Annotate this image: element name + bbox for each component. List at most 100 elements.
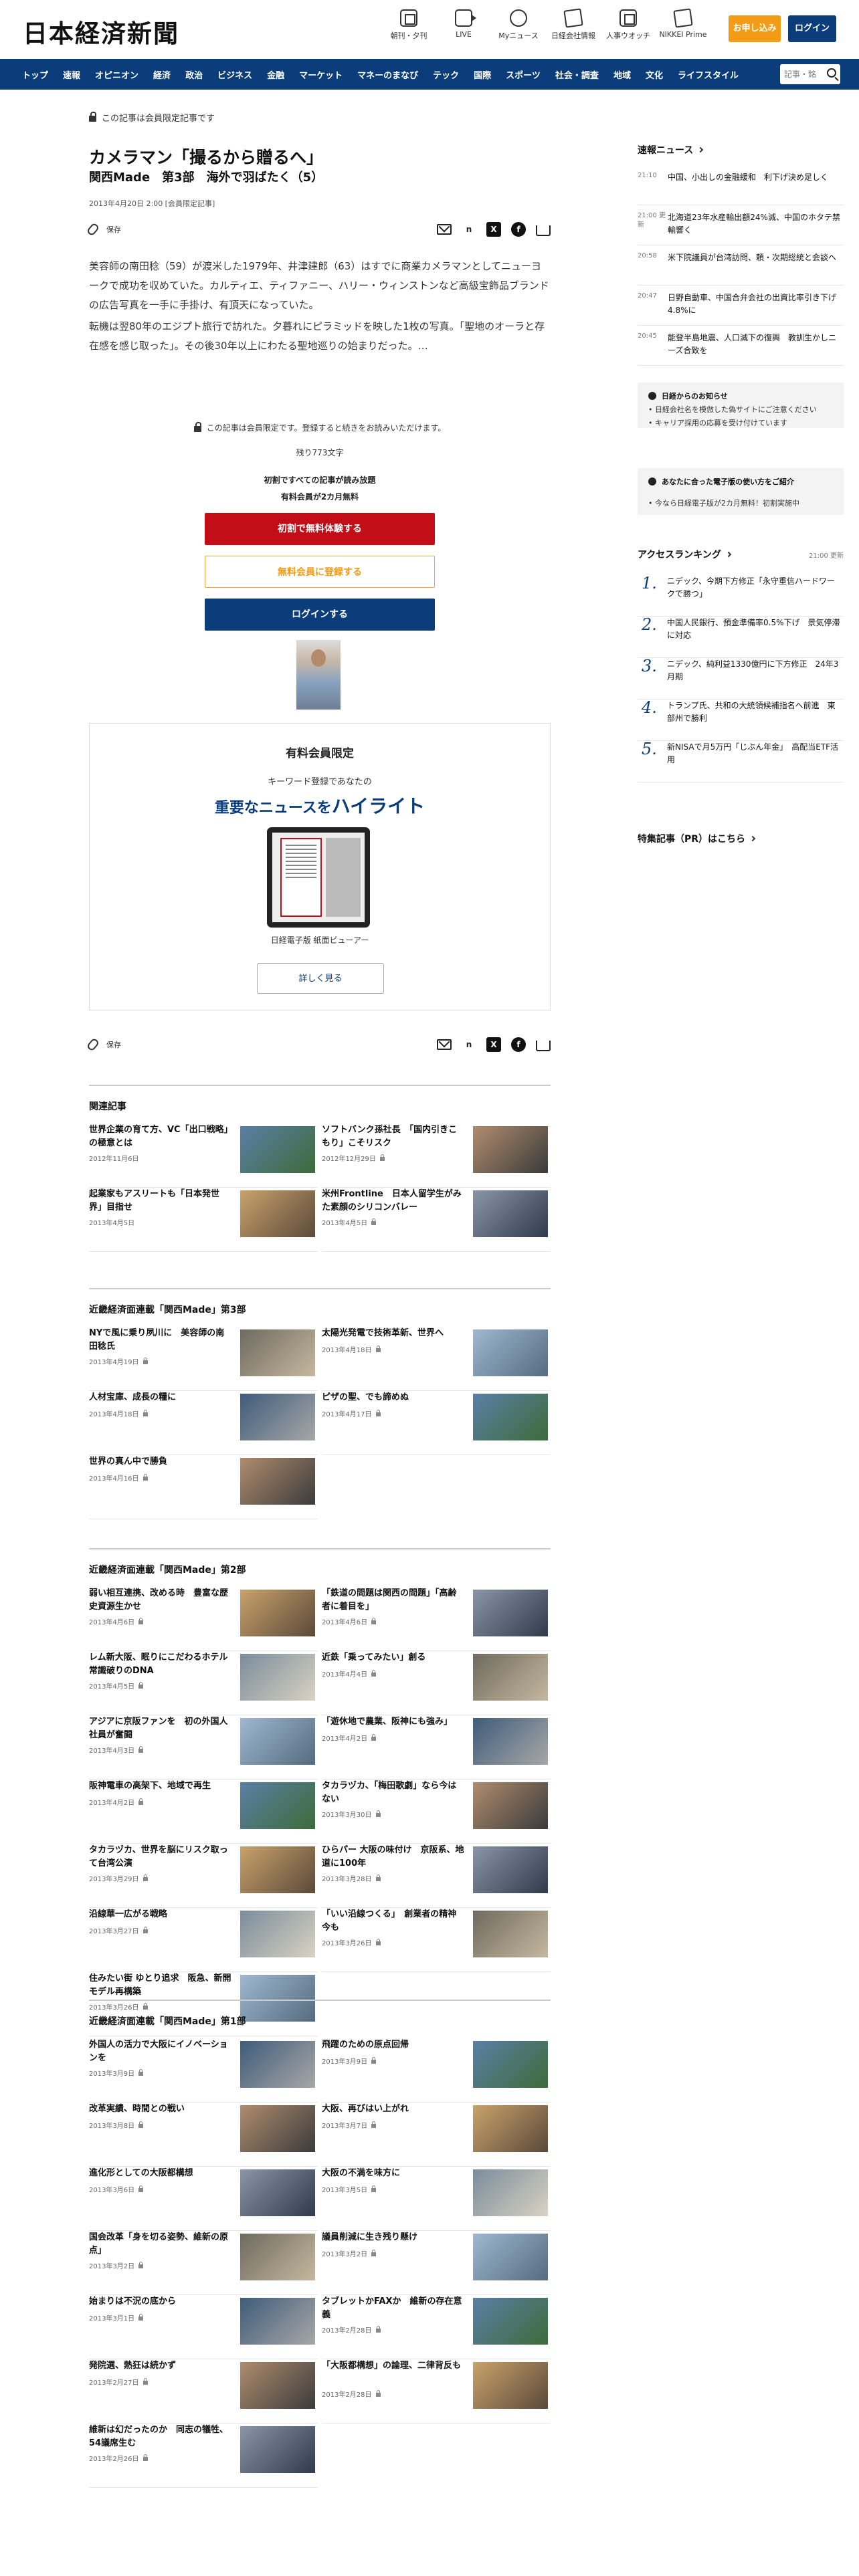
related-article[interactable]: 飛躍のための原点回帰 2013年3月9日 <box>322 2038 551 2103</box>
related-article[interactable]: レム新大阪、眠りにこだわるホテル 常識破りのDNA 2013年4月5日 <box>89 1651 318 1715</box>
search-input[interactable] <box>780 64 820 84</box>
related-article[interactable]: 進化形としての大阪都構想 2013年3月6日 <box>89 2167 318 2231</box>
ranking-item[interactable]: 1. ニデック、今期下方修正「永守重信ハードワークで勝つ」 <box>638 574 844 617</box>
subscribe-button[interactable]: お申し込み <box>729 15 781 42</box>
newspaper-button[interactable]: 朝刊・夕刊 <box>381 9 436 41</box>
breaking-news-heading[interactable]: 速報ニュース <box>638 143 704 156</box>
related-article[interactable]: 改革実績、時間との戦い 2013年3月8日 <box>89 2103 318 2167</box>
ranking-item[interactable]: 5. 新NISAで月5万円「じぶん年金」 高配当ETF活用 <box>638 740 844 782</box>
related-article[interactable]: 外国人の活力で大阪にイノベーションを 2013年3月9日 <box>89 2038 318 2103</box>
nav-item-top[interactable]: トップ <box>15 68 56 81</box>
related-article-date: 2012年11月6日 <box>89 1153 139 1163</box>
nav-item-business[interactable]: ビジネス <box>210 68 260 81</box>
pr-heading[interactable]: 特集記事（PR）はこちら <box>638 832 756 845</box>
related-article[interactable]: 弱い相互連携、改める時 豊富な歴史資源生かせ 2013年4月6日 <box>89 1587 318 1651</box>
related-article-date: 2012年12月29日 <box>322 1153 385 1163</box>
related-article[interactable]: 始まりは不況の底から 2013年3月1日 <box>89 2295 318 2359</box>
nav-item-politics[interactable]: 政治 <box>178 68 210 81</box>
facebook-share-icon[interactable]: f <box>511 1037 526 1052</box>
related-article[interactable]: アジアに京阪ファンを 初の外国人社員が奮闘 2013年4月3日 <box>89 1715 318 1780</box>
article-thumbnail <box>240 1718 315 1765</box>
related-article[interactable]: 大阪の不満を味方に 2013年3月5日 <box>322 2167 551 2231</box>
nav-item-sports[interactable]: スポーツ <box>498 68 548 81</box>
related-article[interactable]: 起業家もアスリートも「日本発世界」目指せ 2013年4月5日 <box>89 1188 318 1252</box>
nav-item-breaking[interactable]: 速報 <box>56 68 88 81</box>
nav-item-economy[interactable]: 経済 <box>146 68 178 81</box>
mynews-button[interactable]: Myニュース <box>491 9 546 41</box>
x-share-icon[interactable]: X <box>486 222 501 237</box>
nav-item-money[interactable]: マネーのまなび <box>350 68 425 81</box>
save-button-bottom[interactable]: 保存 <box>86 1037 121 1052</box>
nav-item-culture[interactable]: 文化 <box>638 68 670 81</box>
nikkei-share-icon[interactable]: n <box>462 1037 476 1052</box>
lock-icon <box>138 2262 144 2268</box>
paywall-login-button[interactable]: ログインする <box>205 599 435 631</box>
free-trial-button[interactable]: 初割で無料体験する <box>205 513 435 545</box>
nav-item-international[interactable]: 国際 <box>466 68 498 81</box>
related-article[interactable]: 世界企業の育て方、VC「出口戦略」の極意とは 2012年11月6日 <box>89 1123 318 1188</box>
related-article[interactable]: 維新は幻だったのか 同志の犠牲、54議席生む 2013年2月26日 <box>89 2424 318 2488</box>
related-article[interactable]: 沿線華一広がる戦略 2013年3月27日 <box>89 1908 318 1972</box>
related-article[interactable]: ピザの聖、でも諦めぬ 2013年4月17日 <box>322 1391 551 1455</box>
login-button[interactable]: ログイン <box>788 15 836 42</box>
paper-box-heading[interactable]: あなたに合った電子版の使い方をご紹介 <box>648 476 794 487</box>
section-divider <box>89 2000 551 2001</box>
related-article[interactable]: 世界の真ん中で勝負 2013年4月16日 <box>89 1455 318 1519</box>
mail-share-icon[interactable] <box>437 1039 452 1050</box>
nav-item-region[interactable]: 地域 <box>606 68 638 81</box>
related-article[interactable]: ソフトバンク孫社長 「国内引きこもり」こそリスク 2012年12月29日 <box>322 1123 551 1188</box>
related-article[interactable]: 太陽光発電で技術革新、世界へ 2013年4月18日 <box>322 1327 551 1391</box>
nav-item-society[interactable]: 社会・調査 <box>548 68 606 81</box>
nav-item-tech[interactable]: テック <box>425 68 466 81</box>
ranking-item[interactable]: 2. 中国人民銀行、預金準備率0.5%下げ 景気停滞に対応 <box>638 615 844 658</box>
x-share-icon[interactable]: X <box>486 1037 501 1052</box>
related-article[interactable]: 国会改革「身を切る姿勢、維新の原点」 2013年3月2日 <box>89 2231 318 2295</box>
personnel-watch-button[interactable]: 人事ウオッチ <box>601 9 656 41</box>
related-article-date-text: 2013年4月4日 <box>322 1671 368 1679</box>
lock-icon <box>142 2454 148 2461</box>
related-article[interactable]: タブレットかFAXか 維新の存在意義 2013年2月28日 <box>322 2295 551 2359</box>
related-article[interactable]: タカラヅカ、世界を脳にリスク取って台湾公演 2013年3月29日 <box>89 1844 318 1908</box>
related-article[interactable]: 近鉄「乗ってみたい」創る 2013年4月4日 <box>322 1651 551 1715</box>
related-article-date: 2013年4月3日 <box>89 1745 144 1755</box>
nav-item-finance[interactable]: 金融 <box>260 68 292 81</box>
nav-item-market[interactable]: マーケット <box>292 68 350 81</box>
related-article[interactable]: 米州Frontline 日本人留学生がみた素顔のシリコンバレー 2013年4月5日 <box>322 1188 551 1252</box>
search-icon[interactable] <box>827 68 836 78</box>
ranking-item[interactable]: 3. ニデック、純利益1330億円に下方修正 24年3月期 <box>638 657 844 700</box>
nav-item-opinion[interactable]: オピニオン <box>88 68 146 81</box>
paper-item-1[interactable]: • 今なら日経電子版が2カ月無料！初割実施中 <box>648 498 836 509</box>
related-article[interactable]: 「いい沿線つくる」 創業者の精神今も 2013年3月26日 <box>322 1908 551 1972</box>
ranking-item[interactable]: 4. トランプ氏、共和の大統領候補指名へ前進 東部州で勝利 <box>638 698 844 741</box>
company-info-button[interactable]: 日経会社情報 <box>546 8 601 41</box>
related-article[interactable]: 「鉄道の問題は関西の問題」「高齢者に着目を」 2013年4月6日 <box>322 1587 551 1651</box>
related-article[interactable]: 「大阪都構想」の論理、二律背反も 2013年2月28日 <box>322 2359 551 2424</box>
live-button[interactable]: LIVE <box>436 9 491 41</box>
related-article[interactable]: 「遊休地で農業、阪神にも強み」 2013年4月2日 <box>322 1715 551 1780</box>
related-article[interactable]: 阪神電車の高架下、地域で再生 2013年4月2日 <box>89 1780 318 1844</box>
share-upload-icon[interactable] <box>536 1041 551 1051</box>
related-article[interactable]: 発院選、熱狂は続かず 2013年2月27日 <box>89 2359 318 2424</box>
info-box-heading[interactable]: 日経からのお知らせ <box>648 391 728 401</box>
related-article-title: 近鉄「乗ってみたい」創る <box>322 1652 426 1662</box>
share-upload-icon[interactable] <box>536 225 551 236</box>
nikkei-prime-button[interactable]: NIKKEI Prime <box>656 8 710 41</box>
info-item-1[interactable]: • 日経会社名を模倣した偽サイトにご注意ください <box>648 404 836 415</box>
save-button[interactable]: 保存 <box>86 222 121 237</box>
newspaper-label: 朝刊・夕刊 <box>390 31 427 40</box>
info-item-2[interactable]: • キャリア採用の応募を受け付けています <box>648 417 836 429</box>
promo-more-button[interactable]: 詳しく見る <box>257 963 384 994</box>
mail-share-icon[interactable] <box>437 224 452 235</box>
nikkei-share-icon[interactable]: n <box>462 222 476 237</box>
nav-item-lifestyle[interactable]: ライフスタイル <box>670 68 746 81</box>
ranking-heading[interactable]: アクセスランキング <box>638 548 732 561</box>
related-article[interactable]: ひらパー 大阪の味付け 京阪系、地道に100年 2013年3月28日 <box>322 1844 551 1908</box>
related-article[interactable]: 大阪、再びはい上がれ 2013年3月7日 <box>322 2103 551 2167</box>
free-register-button[interactable]: 無料会員に登録する <box>205 556 435 588</box>
facebook-share-icon[interactable]: f <box>511 222 526 237</box>
related-article[interactable]: 人材宝庫、成長の糧に 2013年4月18日 <box>89 1391 318 1455</box>
site-logo[interactable]: 日本経済新聞 <box>23 13 179 49</box>
related-article[interactable]: NYで風に乗り夙川に 美容師の南田稔氏 2013年4月19日 <box>89 1327 318 1391</box>
related-article[interactable]: タカラヅカ、「梅田歌劇」なら今はない 2013年3月30日 <box>322 1780 551 1844</box>
related-article[interactable]: 議員削減に生き残り懸け 2013年3月2日 <box>322 2231 551 2295</box>
